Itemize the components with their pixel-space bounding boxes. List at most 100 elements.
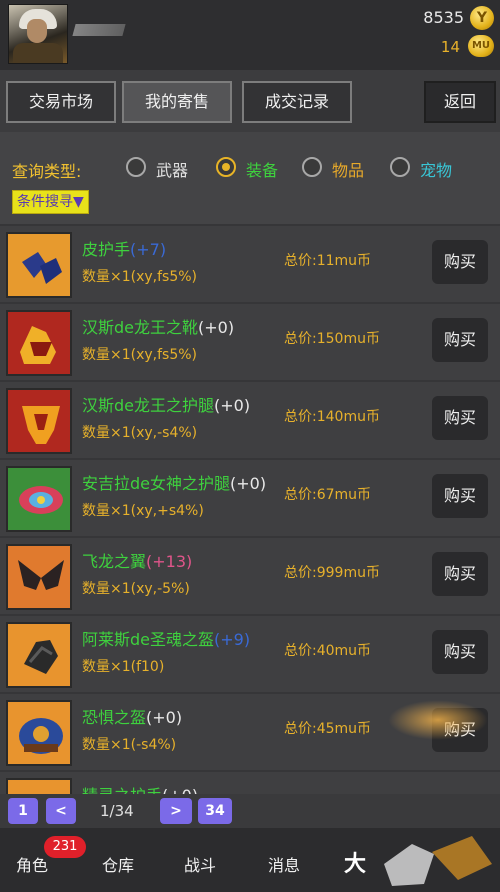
item-quantity: 数量×1(xy,+s4%)	[82, 503, 204, 519]
buy-button[interactable]: 购买	[432, 318, 488, 362]
item-enhance-level: (+13)	[146, 552, 193, 571]
header-bar: 8535 Y 14 MU	[0, 0, 500, 70]
radio-equipment-label: 装备	[246, 161, 279, 180]
item-name: 汉斯de龙王之靴(+0)	[82, 314, 234, 338]
item-price: 总价:40mu币	[284, 643, 372, 659]
item-row[interactable]: 安吉拉de女神之护腿(+0) 数量×1(xy,+s4%) 总价:67mu币 购买	[0, 458, 500, 536]
item-price: 总价:45mu币	[284, 721, 372, 737]
radio-circle-icon	[302, 157, 322, 177]
item-quantity: 数量×1(xy,fs5%)	[82, 269, 198, 285]
item-thumbnail	[6, 310, 72, 376]
item-price: 总价:67mu币	[284, 487, 372, 503]
item-name: 阿莱斯de圣魂之盔(+9)	[82, 626, 250, 650]
item-name-text: 恐惧之盔	[82, 708, 147, 727]
avatar-face	[27, 19, 47, 43]
item-thumbnail	[6, 778, 72, 794]
tab-bar: 交易市场 我的寄售 成交记录 返回	[0, 70, 500, 132]
item-name: 恐惧之盔(+0)	[82, 704, 182, 728]
avatar-armor	[13, 43, 63, 63]
item-enhance-level: (+9)	[214, 630, 251, 649]
filter-panel: 查询类型: 武器 装备 物品 宠物 条件搜寻▼	[0, 140, 500, 224]
nav-more[interactable]: 大	[344, 846, 366, 878]
item-enhance-level: (+0)	[230, 474, 267, 493]
item-enhance-level: (+0)	[162, 786, 198, 794]
item-quantity: 数量×1(xy,fs5%)	[82, 347, 198, 363]
item-thumbnail	[6, 544, 72, 610]
player-name-blurred	[72, 24, 126, 36]
item-row[interactable]: 汉斯de龙王之护腿(+0) 数量×1(xy,-s4%) 总价:140mu币 购买	[0, 380, 500, 458]
tab-trade-market[interactable]: 交易市场	[6, 81, 116, 123]
item-row[interactable]: 飞龙之翼(+13) 数量×1(xy,-5%) 总价:999mu币 购买	[0, 536, 500, 614]
item-name-text: 汉斯de龙王之靴	[82, 318, 199, 337]
tab-transaction-records[interactable]: 成交记录	[242, 81, 352, 123]
page-indicator: 1/34	[100, 802, 134, 820]
item-row[interactable]: 汉斯de龙王之靴(+0) 数量×1(xy,fs5%) 总价:150mu币 购买	[0, 302, 500, 380]
item-name-text: 安吉拉de女神之护腿	[82, 474, 231, 493]
item-name-text: 飞龙之翼	[82, 552, 147, 571]
item-name-text: 皮护手	[82, 240, 131, 259]
item-name: 皮护手(+7)	[82, 236, 166, 260]
item-quantity: 数量×1(xy,-5%)	[82, 581, 190, 597]
item-price: 总价:150mu币	[284, 331, 380, 347]
notification-badge: 231	[44, 836, 86, 858]
item-quantity: 数量×1(-s4%)	[82, 737, 177, 753]
item-row[interactable]: 阿莱斯de圣魂之盔(+9) 数量×1(f10) 总价:40mu币 购买	[0, 614, 500, 692]
item-row[interactable]: 精灵之护手(+0)	[0, 770, 500, 794]
radio-circle-checked-icon	[216, 157, 236, 177]
gauntlet-icon	[22, 252, 62, 284]
buy-button[interactable]: 购买	[432, 240, 488, 284]
back-button[interactable]: 返回	[424, 81, 496, 123]
nav-warehouse[interactable]: 仓库	[102, 852, 134, 876]
tab-my-consignments[interactable]: 我的寄售	[122, 81, 232, 123]
gold-coin-icon: Y	[470, 6, 494, 30]
buy-button[interactable]: 购买	[432, 552, 488, 596]
nav-role[interactable]: 角色	[16, 852, 48, 876]
dragon-wings-icon	[18, 560, 64, 590]
buy-button[interactable]: 购买	[432, 630, 488, 674]
helmet-icon	[24, 640, 58, 674]
buy-button[interactable]: 购买	[432, 396, 488, 440]
item-thumbnail	[6, 232, 72, 298]
item-thumbnail	[6, 388, 72, 454]
radio-circle-icon	[390, 157, 410, 177]
item-row[interactable]: 皮护手(+7) 数量×1(xy,fs5%) 总价:11mu币 购买	[0, 224, 500, 302]
mu-amount: 14	[440, 38, 460, 56]
radio-item-label: 物品	[332, 161, 365, 180]
gold-amount: 8535	[423, 8, 464, 27]
item-quantity: 数量×1(xy,-s4%)	[82, 425, 198, 441]
dragon-boots-icon	[20, 326, 56, 364]
item-price: 总价:140mu币	[284, 409, 380, 425]
next-page-button[interactable]: >	[160, 798, 192, 824]
prev-page-button[interactable]: <	[46, 798, 76, 824]
item-name-text: 精灵之护手	[82, 786, 162, 794]
item-name: 安吉拉de女神之护腿(+0)	[82, 470, 266, 494]
watermark-logo-icon	[384, 836, 492, 886]
player-avatar[interactable]	[8, 4, 68, 64]
item-name-text: 汉斯de龙王之护腿	[82, 396, 215, 415]
item-quantity: 数量×1(f10)	[82, 659, 165, 675]
item-thumbnail	[6, 466, 72, 532]
nav-battle[interactable]: 战斗	[184, 852, 216, 876]
radio-circle-icon	[126, 157, 146, 177]
item-thumbnail	[6, 622, 72, 688]
item-enhance-level: (+0)	[146, 708, 183, 727]
item-enhance-level: (+0)	[214, 396, 251, 415]
goddess-leggings-icon	[19, 486, 63, 514]
item-name: 汉斯de龙王之护腿(+0)	[82, 392, 250, 416]
nav-messages[interactable]: 消息	[268, 852, 300, 876]
last-page-button[interactable]: 34	[198, 798, 232, 824]
radio-weapon-label: 武器	[156, 161, 189, 180]
item-name-text: 阿莱斯de圣魂之盔	[82, 630, 215, 649]
item-name: 飞龙之翼(+13)	[82, 548, 192, 572]
item-name: 精灵之护手(+0)	[82, 782, 198, 794]
item-enhance-level: (+7)	[130, 240, 167, 259]
query-type-label: 查询类型:	[12, 162, 82, 181]
radio-pet-label: 宠物	[420, 161, 453, 180]
mu-coin-icon: MU	[468, 35, 494, 57]
item-price: 总价:11mu币	[284, 253, 372, 269]
fear-helmet-icon	[19, 718, 63, 754]
first-page-button[interactable]: 1	[8, 798, 38, 824]
buy-button[interactable]: 购买	[432, 474, 488, 518]
condition-search-button[interactable]: 条件搜寻▼	[12, 190, 89, 214]
item-price: 总价:999mu币	[284, 565, 380, 581]
